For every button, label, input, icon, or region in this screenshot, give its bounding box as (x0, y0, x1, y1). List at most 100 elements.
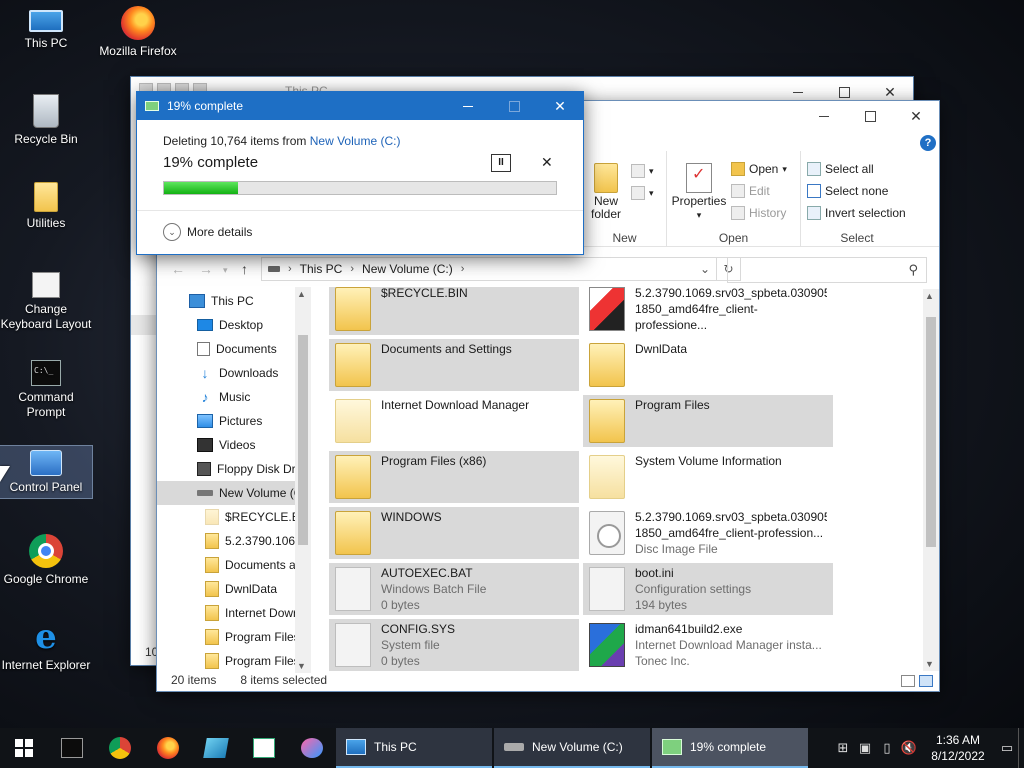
pause-button[interactable]: II (491, 154, 511, 172)
color-icon[interactable]: ▣ (854, 728, 876, 768)
taskbar-command-prompt[interactable] (48, 728, 96, 768)
breadcrumb-this-pc[interactable]: This PC (300, 262, 343, 276)
file-item[interactable]: CONFIG.SYS System file 0 bytes (329, 619, 579, 671)
nav-item-folder[interactable]: Internet Dowr (205, 601, 297, 625)
taskbar-tool[interactable] (288, 728, 336, 768)
select-all-button[interactable]: Select all (807, 159, 874, 179)
select-none-button[interactable]: Select none (807, 181, 888, 201)
maximize-button[interactable] (847, 101, 893, 131)
taskbar-chrome[interactable] (96, 728, 144, 768)
up-arrow-icon[interactable]: ↑ (241, 261, 248, 277)
file-item[interactable]: 5.2.3790.1069.srv03_spbeta.030905- 1850_a… (583, 287, 833, 335)
desktop-icon-firefox[interactable]: Mozilla Firefox (92, 6, 184, 59)
file-item[interactable]: Program Files (x86) (329, 451, 579, 503)
file-item[interactable]: Internet Download Manager (329, 395, 579, 447)
open-button[interactable]: Open ▾ (731, 159, 787, 179)
properties-button[interactable]: Properties▾ (671, 163, 727, 222)
taskbar-notepad[interactable] (192, 728, 240, 768)
nav-item-folder[interactable]: Program Files (205, 625, 300, 649)
desktop-icon-recycle-bin[interactable]: Recycle Bin (0, 94, 92, 147)
nav-item-folder[interactable]: 5.2.3790.1069 (205, 529, 302, 553)
notification-icon[interactable]: ▭ (996, 728, 1018, 768)
file-item[interactable]: $RECYCLE.BIN (329, 287, 579, 335)
file-item[interactable]: 5.2.3790.1069.srv03_spbeta.030905- 1850_a… (583, 507, 833, 559)
nav-scrollbar[interactable]: ▲ ▼ (295, 287, 311, 673)
chevron-down-icon[interactable]: ⌄ (700, 262, 710, 276)
file-item[interactable]: AUTOEXEC.BAT Windows Batch File 0 bytes (329, 563, 579, 615)
file-item[interactable]: boot.ini Configuration settings 194 bytes (583, 563, 833, 615)
scroll-thumb[interactable] (926, 317, 936, 547)
file-item-text: 5.2.3790.1069.srv03_spbeta.030905- 1850_a… (635, 287, 827, 333)
edit-button[interactable]: Edit (731, 181, 770, 201)
source-link[interactable]: New Volume (C:) (310, 134, 401, 148)
nav-item-documents[interactable]: Documents (197, 337, 277, 361)
task-progress[interactable]: 19% complete (652, 728, 808, 768)
scroll-up-icon[interactable]: ▲ (925, 291, 934, 301)
search-input[interactable]: ⚲ (727, 257, 927, 283)
nav-item-videos[interactable]: Videos (197, 433, 255, 457)
nav-item-desktop[interactable]: Desktop (197, 313, 263, 337)
nav-item-folder[interactable]: Documents a (205, 553, 296, 577)
desktop-icon-command-prompt[interactable]: C:\_ Command Prompt (0, 360, 92, 420)
desktop-icon-change-keyboard-layout[interactable]: Change Keyboard Layout (0, 272, 92, 332)
chevron-right-icon[interactable]: › (461, 263, 465, 275)
usb-icon[interactable]: ▯ (876, 728, 898, 768)
desktop-icon-google-chrome[interactable]: Google Chrome (0, 534, 92, 587)
scroll-thumb[interactable] (298, 335, 308, 545)
nav-item-folder[interactable]: DwnlData (205, 577, 277, 601)
desktop-icon-this-pc[interactable]: This PC (0, 6, 92, 51)
nav-item-this-pc[interactable]: This PC (189, 289, 254, 313)
scroll-up-icon[interactable]: ▲ (297, 289, 306, 299)
desktop-icon-control-panel[interactable]: Control Panel (0, 445, 93, 499)
new-item-button[interactable]: ▾ (631, 161, 654, 181)
more-details-button[interactable]: ⌄ More details (163, 223, 252, 241)
task-new-volume[interactable]: New Volume (C:) (494, 728, 650, 768)
scroll-down-icon[interactable]: ▼ (925, 659, 934, 669)
desktop-icon-utilities[interactable]: Utilities (0, 182, 92, 231)
nav-item-pictures[interactable]: Pictures (197, 409, 262, 433)
desktop-icon-internet-explorer[interactable]: e Internet Explorer (0, 620, 92, 673)
nav-item-floppy[interactable]: Floppy Disk Dri (197, 457, 298, 481)
chevron-right-icon[interactable]: › (350, 263, 354, 275)
taskbar-firefox[interactable] (144, 728, 192, 768)
content-scrollbar[interactable]: ▲ ▼ (923, 289, 939, 671)
more-details-label: More details (187, 225, 253, 239)
file-item[interactable]: Documents and Settings (329, 339, 579, 391)
taskbar-chart[interactable] (240, 728, 288, 768)
forward-arrow-icon[interactable]: → (199, 261, 213, 277)
delete-progress-dialog[interactable]: 19% complete Deleting 10,764 items from … (136, 91, 584, 255)
volume-muted-icon[interactable]: 🔇 (898, 728, 920, 768)
close-button[interactable] (893, 101, 939, 131)
desktop-icon-label: Mozilla Firefox (99, 44, 177, 58)
file-item[interactable]: DwnlData (583, 339, 833, 391)
nav-item-new-volume[interactable]: New Volume (C (157, 481, 311, 505)
history-button[interactable]: History (731, 203, 786, 223)
file-item[interactable]: WINDOWS (329, 507, 579, 559)
file-item[interactable]: Program Files (583, 395, 833, 447)
file-item[interactable]: System Volume Information (583, 451, 833, 503)
details-view-icon[interactable] (901, 675, 915, 687)
clock[interactable]: 1:36 AM 8/12/2022 (920, 732, 996, 764)
chevron-right-icon[interactable]: › (288, 263, 292, 275)
nav-item-downloads[interactable]: ↓ Downloads (197, 361, 279, 385)
nav-item-music[interactable]: ♪ Music (197, 385, 251, 409)
file-item[interactable]: idman641build2.exe Internet Download Mana… (583, 619, 833, 671)
invert-selection-button[interactable]: Invert selection (807, 203, 906, 223)
help-icon[interactable]: ? (920, 135, 936, 151)
close-button[interactable] (537, 92, 583, 120)
recent-locations-icon[interactable]: ▾ (223, 265, 228, 276)
cancel-icon[interactable]: ✕ (541, 154, 553, 171)
minimize-button[interactable] (445, 92, 491, 120)
folder-icon (589, 455, 625, 499)
show-desktop-button[interactable] (1018, 728, 1024, 768)
minimize-button[interactable] (801, 101, 847, 131)
breadcrumb-new-volume[interactable]: New Volume (C:) (362, 262, 453, 276)
start-button[interactable] (0, 728, 48, 768)
easy-access-button[interactable]: ▾ (631, 183, 654, 203)
back-arrow-icon[interactable]: ← (171, 261, 185, 277)
tiles-view-icon[interactable] (919, 675, 933, 687)
network-icon[interactable]: ⊞ (832, 728, 854, 768)
task-this-pc[interactable]: This PC (336, 728, 492, 768)
new-folder-button[interactable]: New folder (589, 163, 623, 221)
address-bar[interactable]: › This PC › New Volume (C:) › ⌄ (261, 257, 717, 281)
